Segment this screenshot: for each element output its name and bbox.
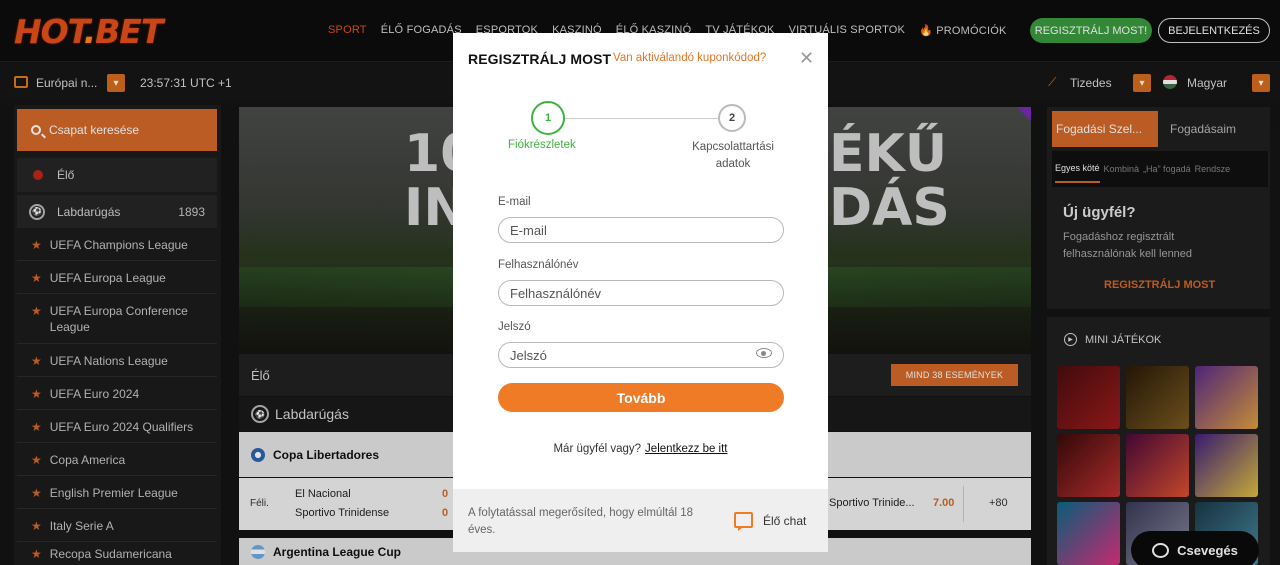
next-button[interactable]: Tovább [498,383,784,412]
username-label: Felhasználónév [498,259,579,271]
step-2-label: Kapcsolattartási adatok [692,141,774,170]
modal-title: REGISZTRÁLJ MOST [468,51,612,67]
chat-icon[interactable] [734,512,753,531]
modal-footer: A folytatással megerősíted, hogy elmúltá… [453,489,828,552]
password-field[interactable] [498,342,784,368]
username-field[interactable] [498,280,784,306]
email-label: E-mail [498,196,531,208]
app-root: HOT.BET SPORT ÉLŐ FOGADÁS ESPORTOK KASZI… [0,0,1280,565]
eye-icon[interactable] [756,348,772,358]
stepper-line [565,118,718,119]
password-label: Jelszó [498,321,531,333]
already-customer-text: Már ügyfél vagy? [553,443,642,455]
close-icon[interactable]: ✕ [799,48,814,69]
age-confirmation-text: A folytatással megerősíted, hogy elmúltá… [468,507,694,536]
step-1-label: Fiókrészletek [508,139,576,151]
login-link[interactable]: Jelentkezz be itt [645,443,727,455]
step-1-indicator: 1 [531,101,565,135]
step-2-indicator: 2 [718,104,746,132]
registration-modal: REGISZTRÁLJ MOST Van aktiválandó kuponkó… [453,33,828,552]
live-chat-link[interactable]: Élő chat [763,514,806,528]
already-customer-row: Már ügyfél vagy? Jelentkezz be itt [453,443,828,455]
email-field[interactable] [498,217,784,243]
coupon-code-link[interactable]: Van aktiválandó kuponkódod? [613,52,766,64]
